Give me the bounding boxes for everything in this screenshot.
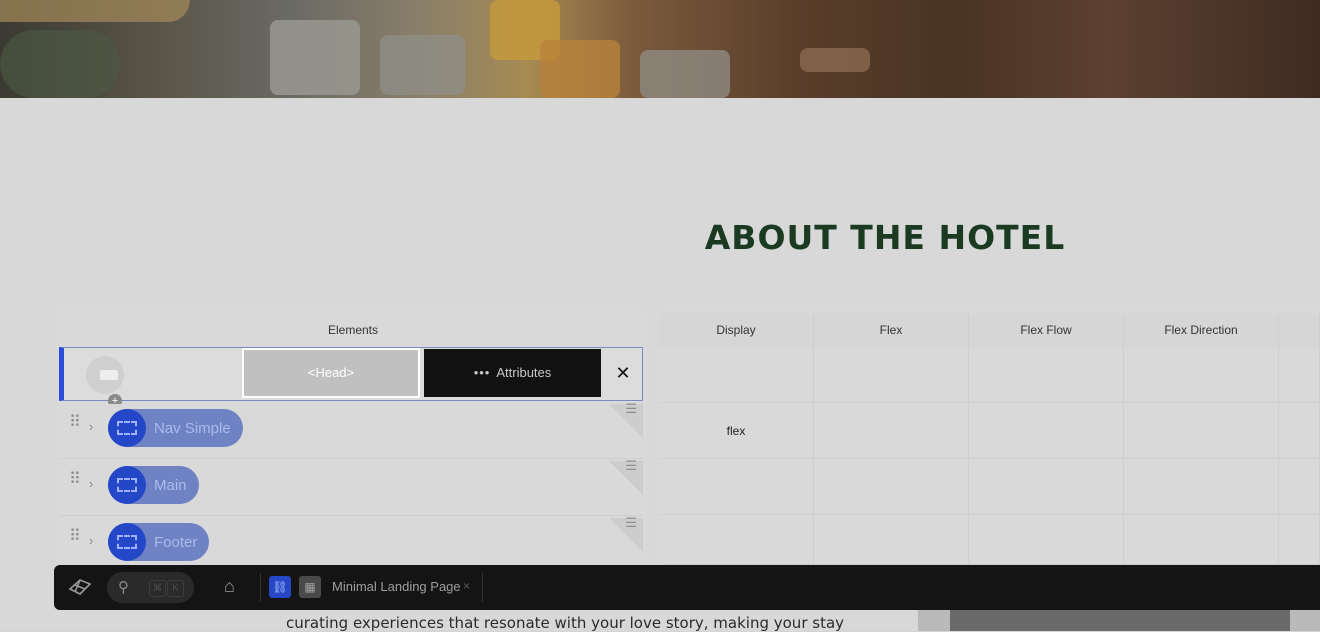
shortcut-key-cmd: ⌘ bbox=[149, 580, 166, 597]
head-tag-button[interactable]: <Head> bbox=[242, 348, 420, 398]
elements-panel: Elements + <Head> ••• Attributes ✕ ⠿ › Na… bbox=[56, 307, 1320, 566]
body-text: curating experiences that resonate with … bbox=[286, 614, 845, 632]
grid-cell[interactable] bbox=[814, 515, 969, 565]
grid-cell-display[interactable] bbox=[659, 459, 814, 515]
grid-cell[interactable] bbox=[1279, 459, 1320, 515]
chevron-right-icon[interactable]: › bbox=[89, 476, 93, 491]
column-header-more bbox=[1279, 313, 1320, 347]
link-icon[interactable]: ⛓ bbox=[269, 576, 291, 598]
divider bbox=[482, 573, 483, 602]
grid-cell[interactable] bbox=[814, 347, 969, 403]
grid-cell[interactable] bbox=[659, 347, 814, 403]
grid-cell[interactable] bbox=[1124, 515, 1279, 565]
drag-handle-icon[interactable]: ⠿ bbox=[69, 529, 85, 552]
column-header-flex: Flex bbox=[814, 313, 969, 347]
element-label: Nav Simple bbox=[154, 419, 231, 437]
grid-cell[interactable] bbox=[814, 403, 969, 459]
bottom-toolbar: ⚲ ⌘ K ⌂ ⛓ ▦ Minimal Landing Page × bbox=[54, 565, 1320, 610]
container-icon bbox=[108, 466, 146, 504]
page-tab-label[interactable]: Minimal Landing Page bbox=[332, 579, 461, 594]
container-icon bbox=[108, 409, 146, 447]
table-icon[interactable]: ▦ bbox=[299, 576, 321, 598]
grid-cell[interactable] bbox=[1279, 347, 1320, 403]
drag-handle-icon[interactable]: ⠿ bbox=[69, 415, 85, 438]
tree-row-footer[interactable]: ⠿ › Footer ☰ bbox=[59, 516, 643, 566]
divider bbox=[260, 573, 261, 602]
app-logo-icon[interactable] bbox=[66, 575, 94, 599]
attributes-button[interactable]: ••• Attributes bbox=[424, 349, 601, 397]
grid-cell[interactable] bbox=[969, 403, 1124, 459]
column-header-display: Display bbox=[659, 313, 814, 347]
element-pill[interactable]: Footer bbox=[108, 523, 210, 561]
grid-cell[interactable] bbox=[1279, 515, 1320, 565]
column-header-flex-flow: Flex Flow bbox=[969, 313, 1124, 347]
element-pill[interactable]: Main bbox=[108, 466, 199, 504]
tab-close-icon[interactable]: × bbox=[463, 579, 470, 593]
grid-cell[interactable] bbox=[1124, 459, 1279, 515]
element-label: Main bbox=[154, 476, 187, 494]
container-icon bbox=[108, 523, 146, 561]
row-menu-icon[interactable]: ☰ bbox=[625, 402, 637, 415]
search-icon: ⚲ bbox=[118, 579, 129, 596]
drag-handle-icon[interactable]: ⠿ bbox=[69, 472, 85, 495]
section-title: ABOUT THE HOTEL bbox=[704, 218, 1066, 257]
tree-row-main[interactable]: ⠿ › Main ☰ bbox=[59, 459, 643, 516]
tree-row-nav[interactable]: ⠿ › Nav Simple ☰ bbox=[59, 402, 643, 459]
row-menu-icon[interactable]: ☰ bbox=[625, 516, 637, 529]
home-icon[interactable]: ⌂ bbox=[224, 576, 235, 597]
close-button[interactable]: ✕ bbox=[605, 349, 641, 397]
grid-cell-display[interactable]: flex bbox=[659, 403, 814, 459]
grid-cell[interactable] bbox=[1124, 347, 1279, 403]
hero-image bbox=[0, 0, 1320, 98]
grid-cell[interactable] bbox=[1279, 403, 1320, 459]
chevron-right-icon[interactable]: › bbox=[89, 419, 93, 434]
elements-header: Elements bbox=[327, 323, 379, 337]
more-dots-icon: ••• bbox=[473, 365, 491, 380]
search-box[interactable]: ⚲ ⌘ K bbox=[107, 572, 194, 603]
elements-column: Elements + <Head> ••• Attributes ✕ ⠿ › Na… bbox=[56, 307, 646, 566]
grid-cell[interactable] bbox=[814, 459, 969, 515]
element-thumbnail bbox=[86, 356, 124, 394]
row-menu-icon[interactable]: ☰ bbox=[625, 459, 637, 472]
grid-cell-display[interactable] bbox=[659, 515, 814, 565]
element-label: Footer bbox=[154, 533, 198, 551]
chevron-right-icon[interactable]: › bbox=[89, 533, 93, 548]
grid-cell[interactable] bbox=[969, 459, 1124, 515]
grid-cell[interactable] bbox=[969, 347, 1124, 403]
grid-cell[interactable] bbox=[969, 515, 1124, 565]
grid-cell[interactable] bbox=[1124, 403, 1279, 459]
properties-grid: Display Flex Flex Flow Flex Direction fl… bbox=[659, 307, 1320, 565]
element-pill[interactable]: Nav Simple bbox=[108, 409, 243, 447]
column-header-flex-direction: Flex Direction bbox=[1124, 313, 1279, 347]
attributes-label: Attributes bbox=[496, 365, 552, 380]
shortcut-key-k: K bbox=[167, 580, 184, 597]
